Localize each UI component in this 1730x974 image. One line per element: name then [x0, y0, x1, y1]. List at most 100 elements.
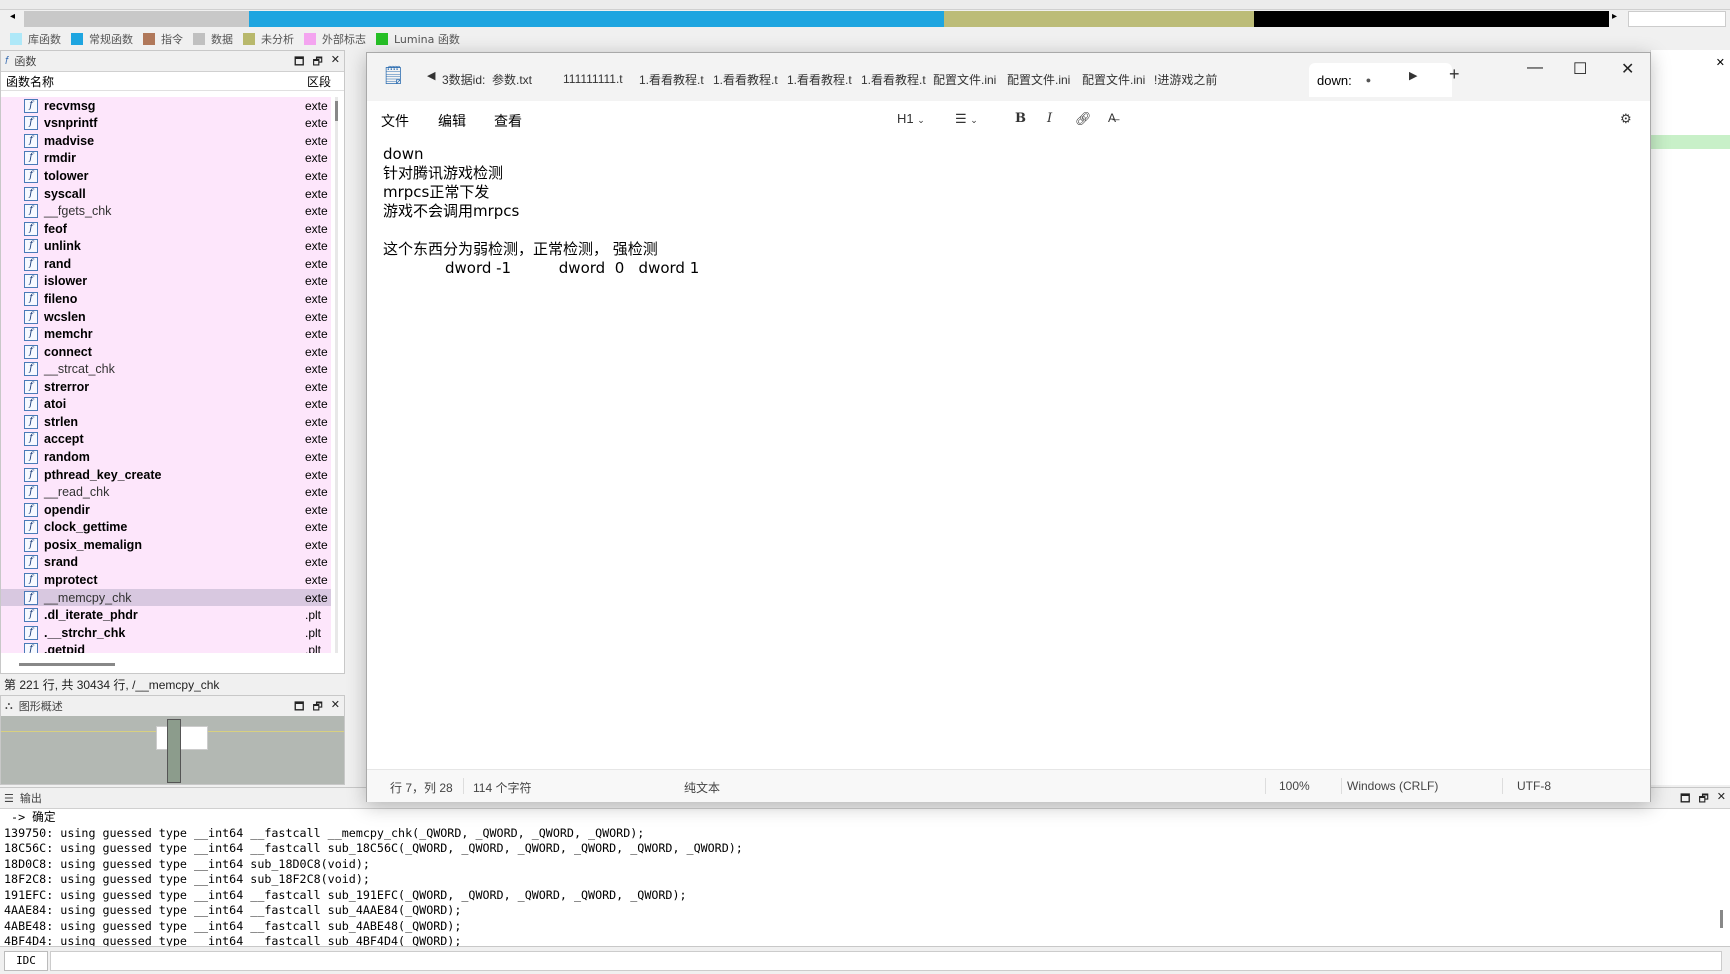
- function-row[interactable]: f unlink exte: [1, 237, 331, 256]
- function-row[interactable]: f .dl_iterate_phdr .plt: [1, 606, 331, 624]
- function-row[interactable]: f madvise exte: [1, 132, 331, 150]
- tab[interactable]: 3数据id:: [442, 67, 490, 91]
- nav-left-arrow-icon[interactable]: ◂: [10, 11, 15, 22]
- tab[interactable]: 配置文件.ini: [1007, 67, 1077, 91]
- function-row[interactable]: f .__strchr_chk .plt: [1, 623, 331, 642]
- tab[interactable]: 1.看看教程.t: [787, 67, 857, 91]
- tab-active[interactable]: down: ●: [1309, 63, 1452, 97]
- status-line-ending[interactable]: Windows (CRLF): [1347, 779, 1438, 793]
- function-row[interactable]: f random exte: [1, 448, 331, 466]
- status-zoom[interactable]: 100%: [1279, 779, 1310, 793]
- restore-icon[interactable]: 🗗: [1698, 790, 1708, 809]
- scroll-tabs-right-icon[interactable]: ▶: [1409, 69, 1417, 82]
- legend-swatch: [243, 33, 255, 45]
- restore-icon[interactable]: 🗗: [312, 698, 322, 717]
- spellcheck-icon[interactable]: A̶: [1108, 111, 1116, 125]
- new-tab-button[interactable]: +: [1449, 64, 1460, 85]
- tab[interactable]: 1.看看教程.t: [713, 67, 783, 91]
- function-row[interactable]: f mprotect exte: [1, 571, 331, 589]
- function-row[interactable]: f accept exte: [1, 430, 331, 449]
- legend-item: Lumina 函数: [376, 31, 460, 47]
- horizontal-scrollbar[interactable]: [19, 663, 115, 666]
- tab[interactable]: 参数.txt: [492, 67, 562, 91]
- close-icon[interactable]: ✕: [1717, 790, 1726, 809]
- status-format[interactable]: 纯文本: [684, 779, 720, 796]
- function-row[interactable]: f opendir exte: [1, 500, 331, 519]
- function-row[interactable]: f syscall exte: [1, 184, 331, 203]
- function-row[interactable]: f __strcat_chk exte: [1, 360, 331, 378]
- function-row[interactable]: f memchr exte: [1, 325, 331, 343]
- tab-label: 3数据id:: [442, 72, 486, 87]
- command-input[interactable]: [50, 951, 1722, 971]
- function-row[interactable]: f feof exte: [1, 219, 331, 238]
- function-row[interactable]: f strlen exte: [1, 413, 331, 431]
- graph-overview-canvas[interactable]: [1, 716, 344, 784]
- command-bar: IDC: [0, 946, 1730, 974]
- restore-icon[interactable]: 🗗: [312, 53, 322, 72]
- maximize-icon[interactable]: 🗖: [294, 698, 304, 717]
- menu-edit[interactable]: 编辑: [438, 111, 466, 131]
- nav-select[interactable]: [1628, 11, 1726, 27]
- function-row[interactable]: f fileno exte: [1, 290, 331, 308]
- function-row[interactable]: f __read_chk exte: [1, 483, 331, 501]
- function-row[interactable]: f pthread_key_create exte: [1, 465, 331, 484]
- menu-view[interactable]: 查看: [494, 111, 522, 131]
- minimize-icon[interactable]: —: [1527, 59, 1543, 77]
- function-row[interactable]: f srand exte: [1, 553, 331, 572]
- function-row[interactable]: f atoi exte: [1, 395, 331, 414]
- tab[interactable]: 111111111.t: [563, 67, 633, 91]
- column-header-name[interactable]: 函数名称: [6, 73, 54, 90]
- function-segment: exte: [305, 309, 328, 324]
- close-window-icon[interactable]: ✕: [1621, 59, 1634, 79]
- function-icon: f: [24, 432, 38, 447]
- maximize-icon[interactable]: 🗖: [294, 53, 304, 72]
- heading-select[interactable]: H1 ⌄: [897, 111, 925, 126]
- function-row[interactable]: f vsnprintf exte: [1, 114, 331, 133]
- legend: 库函数 常规函数 指令 数据 未分析 外部标志 Lumina 函数: [0, 29, 1730, 49]
- function-row[interactable]: f strerror exte: [1, 378, 331, 396]
- graph-viewport[interactable]: [156, 726, 208, 750]
- maximize-icon[interactable]: 🗖: [1680, 790, 1690, 809]
- notepad-content[interactable]: down 针对腾讯游戏检测 mrpcs正常下发 游戏不会调用mrpcs 这个东西分为弱检…: [383, 145, 699, 278]
- unsaved-dot-icon[interactable]: ●: [1366, 75, 1371, 85]
- navigation-strip[interactable]: [24, 11, 1609, 27]
- function-row[interactable]: f rmdir exte: [1, 149, 331, 168]
- link-icon[interactable]: 🔗︎: [1075, 111, 1092, 127]
- bold-icon[interactable]: B: [1015, 111, 1026, 126]
- list-select[interactable]: ☰ ⌄: [955, 111, 978, 127]
- chevron-down-icon: ⌄: [917, 115, 925, 125]
- tab[interactable]: 配置文件.ini: [933, 67, 1003, 91]
- function-icon: f: [24, 450, 38, 465]
- function-row[interactable]: f connect exte: [1, 342, 331, 361]
- vertical-scrollbar[interactable]: [335, 97, 338, 653]
- function-row[interactable]: f __memcpy_chk exte: [1, 588, 331, 607]
- function-name: __strcat_chk: [44, 362, 115, 377]
- status-encoding[interactable]: UTF-8: [1517, 779, 1551, 793]
- italic-icon[interactable]: I: [1047, 111, 1052, 126]
- idc-button[interactable]: IDC: [4, 951, 48, 971]
- function-row[interactable]: f clock_gettime exte: [1, 518, 331, 537]
- nav-right-arrow-icon[interactable]: ▸: [1612, 11, 1617, 22]
- output-line: 18F2C8: using guessed type __int64 sub_1…: [4, 872, 370, 886]
- function-row[interactable]: f posix_memalign exte: [1, 536, 331, 554]
- function-row[interactable]: f recvmsg exte: [1, 97, 331, 115]
- function-row[interactable]: f __fgets_chk exte: [1, 202, 331, 220]
- close-icon[interactable]: ✕: [331, 53, 340, 72]
- function-row[interactable]: f rand exte: [1, 255, 331, 273]
- tab[interactable]: !进游戏之前: [1154, 67, 1224, 91]
- tab[interactable]: 1.看看教程.t: [861, 67, 931, 91]
- settings-gear-icon[interactable]: ⚙: [1620, 111, 1632, 127]
- function-row[interactable]: f .getpid .plt: [1, 641, 331, 653]
- function-row[interactable]: f tolower exte: [1, 167, 331, 185]
- close-icon[interactable]: ✕: [331, 698, 340, 717]
- output-scrollbar[interactable]: [1720, 910, 1723, 928]
- column-header-segment[interactable]: 区段: [307, 73, 331, 90]
- function-row[interactable]: f islower exte: [1, 272, 331, 291]
- function-row[interactable]: f wcslen exte: [1, 307, 331, 326]
- menu-file[interactable]: 文件: [381, 111, 409, 131]
- maximize-window-icon[interactable]: ☐: [1573, 59, 1587, 79]
- close-icon[interactable]: ✕: [1716, 56, 1725, 69]
- scroll-tabs-left-icon[interactable]: ◀: [427, 69, 435, 82]
- tab[interactable]: 1.看看教程.t: [639, 67, 709, 91]
- tab[interactable]: 配置文件.ini: [1082, 67, 1152, 91]
